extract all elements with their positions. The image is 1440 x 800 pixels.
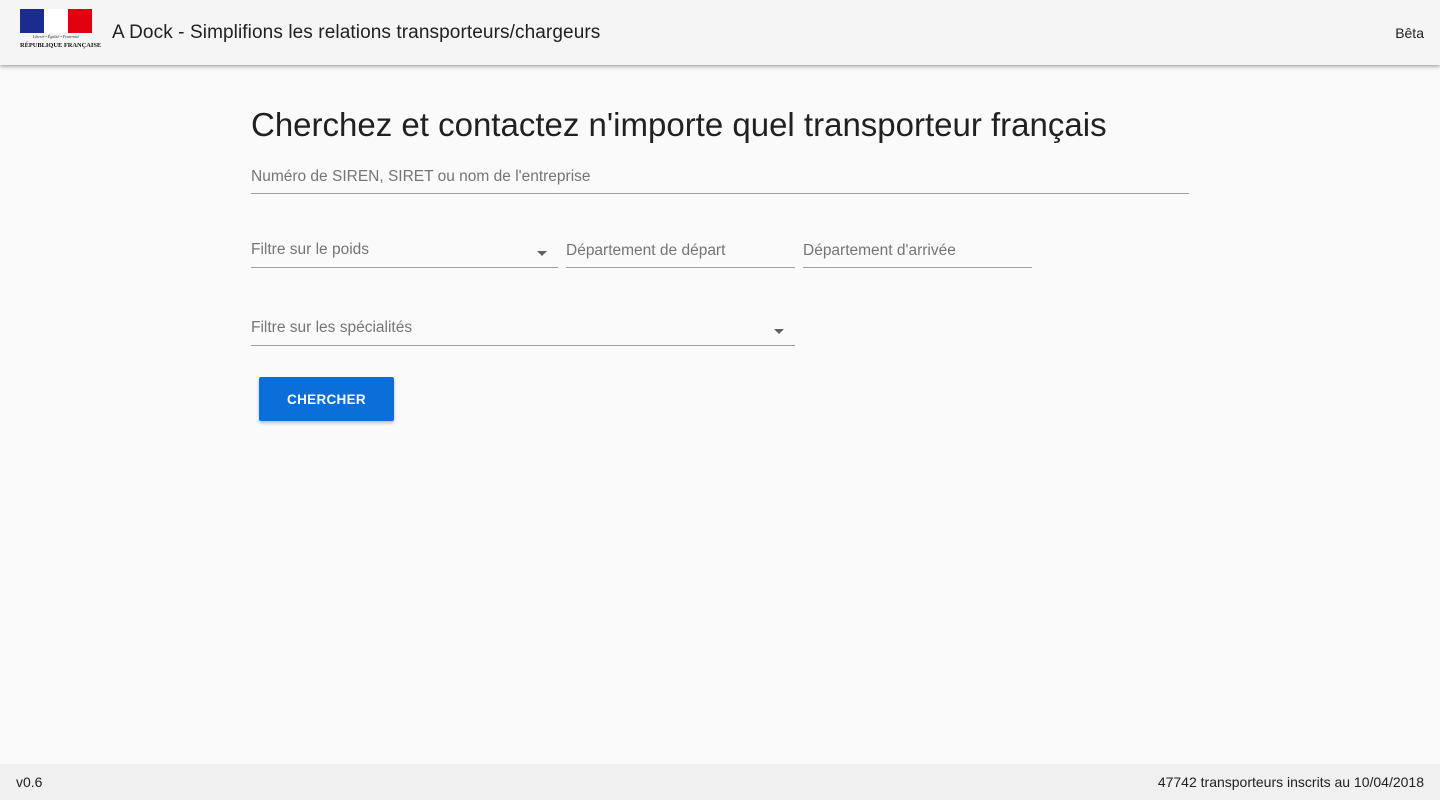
app-header: Liberté • Égalité • Fraternité RÉPUBLIQU…: [0, 0, 1440, 65]
version-label: v0.6: [16, 774, 43, 790]
specialties-filter-select[interactable]: Filtre sur les spécialités: [251, 317, 795, 346]
republique-francaise-logo[interactable]: Liberté • Égalité • Fraternité RÉPUBLIQU…: [20, 9, 102, 53]
arrow-drop-down-icon: [774, 329, 784, 334]
page: Liberté • Égalité • Fraternité RÉPUBLIQU…: [0, 0, 1440, 800]
weight-filter-select[interactable]: Filtre sur le poids: [251, 239, 558, 268]
specialties-filter-label: Filtre sur les spécialités: [251, 319, 413, 336]
arrival-department-field: [803, 239, 1032, 268]
page-title: Cherchez et contactez n'importe quel tra…: [251, 106, 1107, 143]
logo-motto: Liberté • Égalité • Fraternité: [32, 34, 80, 39]
departure-department-field: [566, 239, 795, 268]
beta-badge: Bêta: [1395, 25, 1424, 41]
app-footer: v0.6 47742 transporteurs inscrits au 10/…: [0, 764, 1440, 800]
weight-filter-label: Filtre sur le poids: [251, 241, 370, 258]
app-title[interactable]: A Dock - Simplifions les relations trans…: [112, 21, 600, 45]
carriers-count-text: 47742 transporteurs inscrits au 10/04/20…: [1157, 774, 1424, 790]
arrow-drop-down-icon: [537, 251, 547, 256]
arrival-department-input[interactable]: [803, 241, 1032, 261]
french-flag-icon: [20, 9, 92, 33]
company-search-field: [251, 165, 1189, 194]
company-search-input[interactable]: [251, 167, 1189, 187]
search-button[interactable]: CHERCHER: [259, 377, 394, 421]
logo-republic-text: RÉPUBLIQUE FRANÇAISE: [20, 42, 102, 49]
departure-department-input[interactable]: [566, 241, 795, 261]
